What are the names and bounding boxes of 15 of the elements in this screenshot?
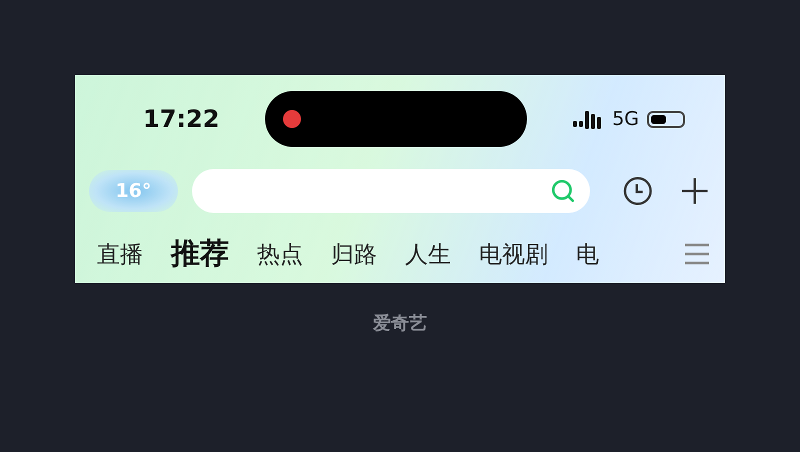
- menu-icon[interactable]: [683, 242, 711, 266]
- channel-tab[interactable]: 推荐: [171, 234, 229, 274]
- channel-tab[interactable]: 电视剧: [479, 238, 548, 270]
- channel-tab[interactable]: 电: [576, 238, 599, 270]
- caption: 爱奇艺: [373, 312, 427, 335]
- channel-tab[interactable]: 热点: [257, 238, 303, 270]
- channel-tab[interactable]: 归路: [331, 238, 377, 270]
- channel-tab[interactable]: 直播: [97, 238, 143, 270]
- search-icon[interactable]: [550, 178, 576, 204]
- battery-icon: [647, 110, 685, 128]
- network-label: 5G: [612, 108, 639, 130]
- channel-tab[interactable]: 人生: [405, 238, 451, 270]
- search-field[interactable]: [192, 169, 590, 213]
- status-time: 17:22: [143, 105, 220, 133]
- history-icon[interactable]: [622, 175, 654, 207]
